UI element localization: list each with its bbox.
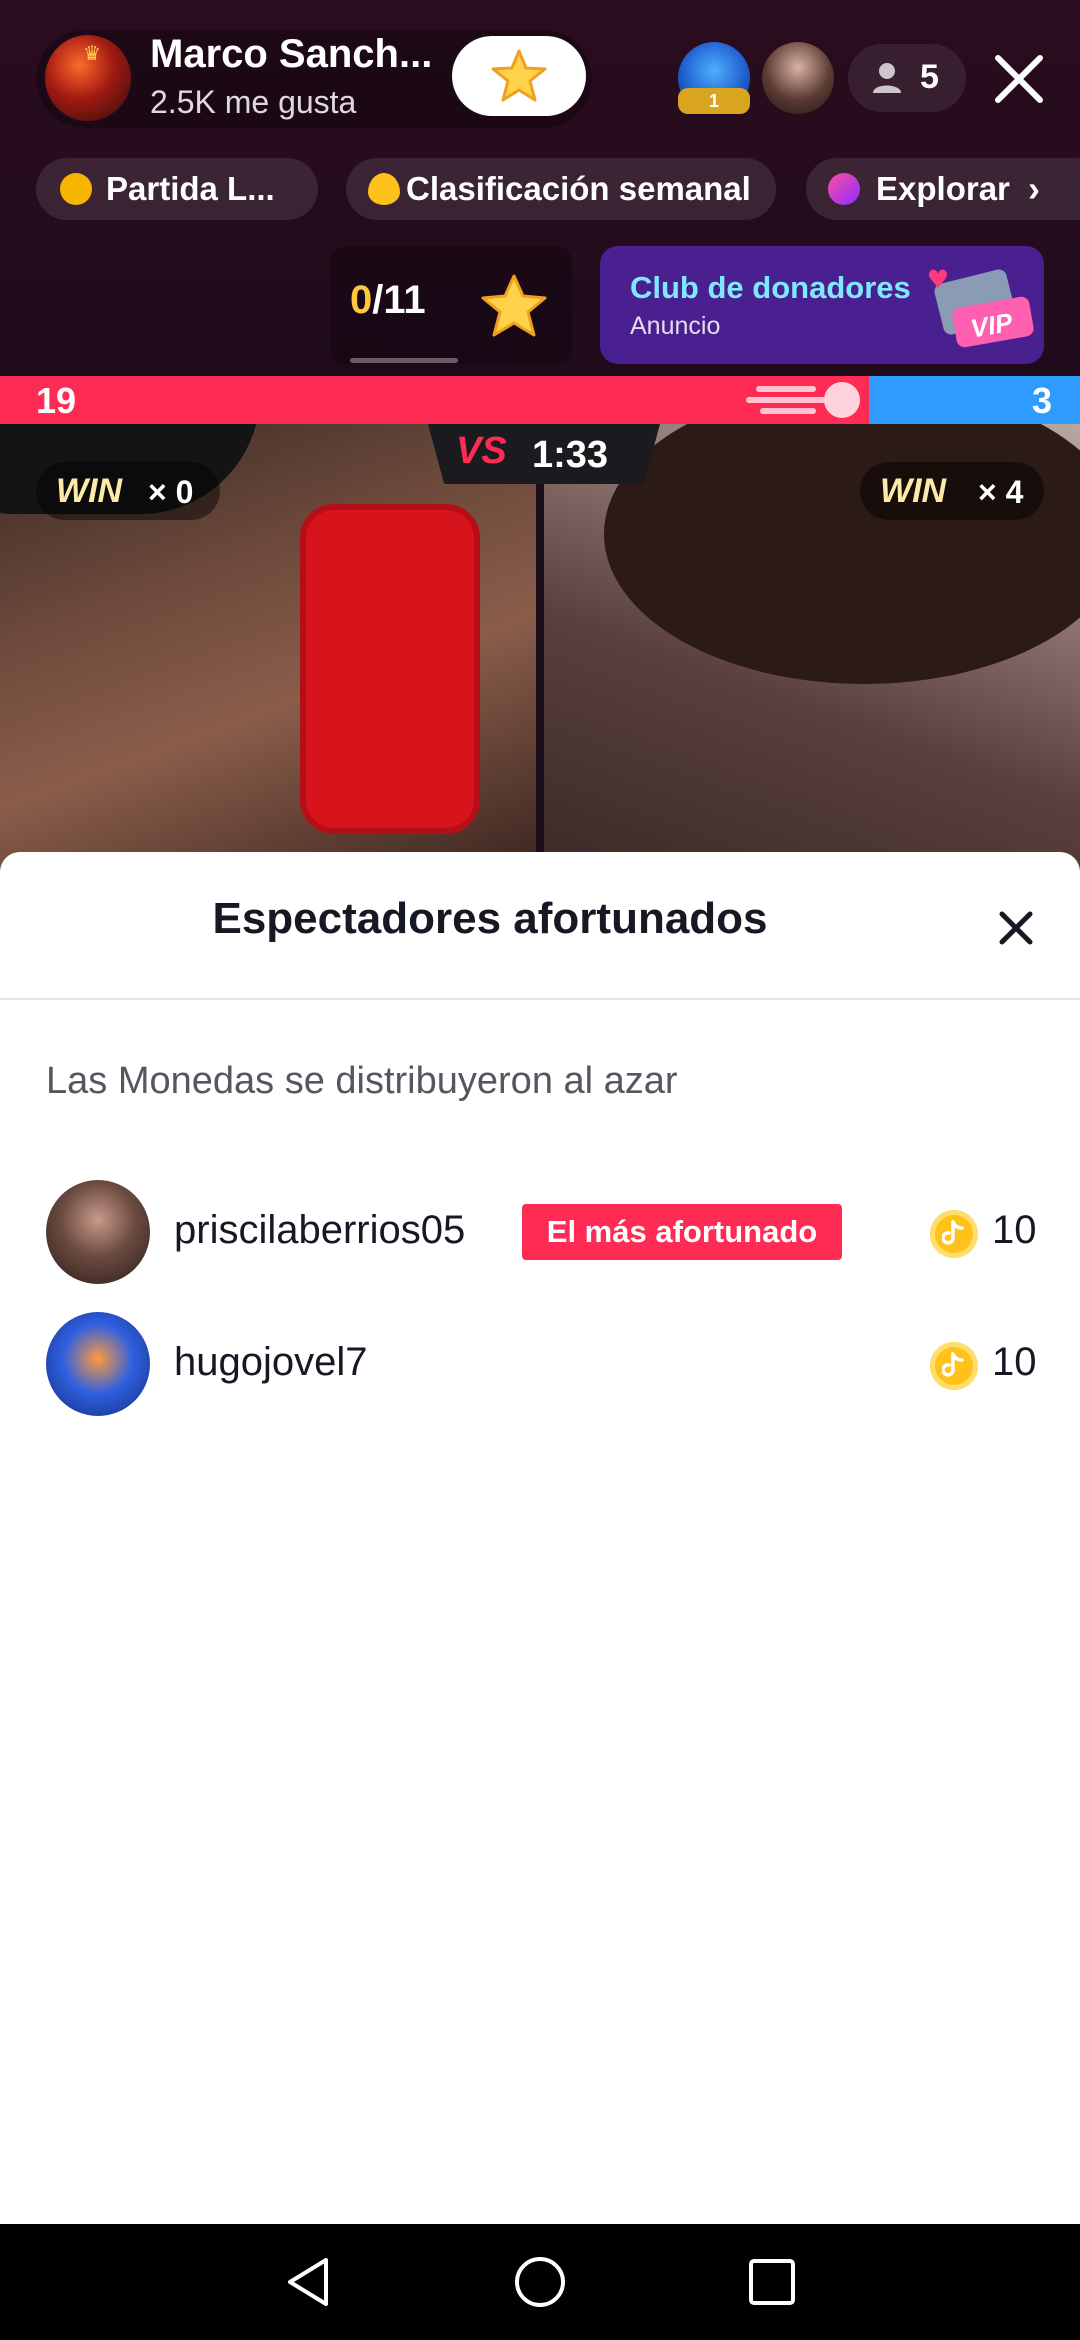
camera-divider — [536, 424, 544, 870]
rank-badge: 1 — [678, 88, 750, 114]
coin-icon — [930, 1210, 978, 1258]
person-icon — [873, 63, 901, 93]
win-label: WIN — [56, 472, 123, 510]
viewer-count-button[interactable]: 5 — [848, 44, 966, 112]
battle-timer: VS 1:33 — [428, 424, 660, 484]
goal-progress: 0/11 — [350, 278, 426, 322]
username[interactable]: hugojovel7 — [174, 1340, 368, 1385]
chip-explore[interactable]: Explorar › — [806, 158, 1080, 220]
score-left-fill — [0, 376, 870, 424]
coin-amount: 10 — [992, 1208, 1037, 1252]
win-count: × 0 — [148, 474, 194, 510]
star-icon — [491, 49, 547, 102]
list-item[interactable]: priscilaberrios05 El más afortunado 10 — [0, 1180, 1080, 1290]
back-icon[interactable] — [282, 2254, 338, 2310]
lucky-viewers-sheet: Espectadores afortunados Las Monedas se … — [0, 852, 1080, 2224]
close-icon[interactable] — [994, 906, 1038, 950]
battle-score-bar: 19 3 — [0, 376, 1080, 424]
divider — [0, 998, 1080, 1000]
star-icon — [481, 274, 547, 337]
vip-ticket-icon: VIP — [929, 269, 1034, 348]
chip-label: Clasificación semanal — [406, 170, 751, 207]
system-nav-bar — [0, 2224, 1080, 2340]
score-right: 3 — [1031, 380, 1052, 421]
left-win-badge: WIN × 0 — [36, 462, 220, 520]
viewer-avatar[interactable] — [762, 42, 834, 114]
crown-icon: ♛ — [83, 43, 101, 65]
follow-button[interactable] — [452, 36, 586, 116]
vs-label: VS — [456, 430, 507, 472]
streak-effect-icon — [746, 382, 860, 418]
avatar[interactable] — [46, 1180, 150, 1284]
avatar[interactable] — [46, 1312, 150, 1416]
hashtag-coin-icon — [60, 173, 92, 205]
planet-icon — [828, 173, 860, 205]
list-item[interactable]: hugojovel7 10 — [0, 1312, 1080, 1422]
goal-progress-bar — [350, 358, 458, 363]
viewer-count: 5 — [920, 58, 939, 96]
chip-label: Explorar — [876, 170, 1010, 207]
username[interactable]: priscilaberrios05 — [174, 1208, 465, 1253]
donor-club-banner[interactable]: Club de donadores Anuncio VIP — [600, 246, 1044, 364]
sheet-description: Las Monedas se distribuyeron al azar — [46, 1060, 678, 1102]
close-icon[interactable] — [990, 50, 1048, 108]
flame-icon — [368, 173, 400, 205]
chip-partida[interactable]: Partida L... — [36, 158, 318, 220]
recent-apps-icon[interactable] — [744, 2254, 800, 2310]
score-left: 19 — [36, 380, 77, 421]
coin-icon — [930, 1342, 978, 1390]
phone-shape — [300, 504, 480, 834]
home-icon[interactable] — [512, 2254, 568, 2310]
top-viewer-avatar[interactable]: 1 — [678, 42, 750, 114]
coin-amount: 10 — [992, 1340, 1037, 1384]
gift-goal[interactable]: 0/11 — [330, 246, 572, 364]
win-label: WIN — [880, 472, 947, 510]
host-avatar[interactable]: ♛ — [42, 32, 134, 124]
luckiest-badge: El más afortunado — [522, 1204, 842, 1260]
timer-value: 1:33 — [532, 434, 609, 476]
chip-label: Partida L... — [106, 170, 275, 207]
sheet-title: Espectadores afortunados — [212, 894, 768, 943]
host-likes: 2.5K me gusta — [150, 84, 357, 120]
live-stream-area: ♛ Marco Sanch... 2.5K me gusta 1 5 Parti… — [0, 0, 1080, 870]
chip-weekly-ranking[interactable]: Clasificación semanal — [346, 158, 776, 220]
club-title: Club de donadores — [630, 270, 911, 305]
chevron-right-icon: › — [1028, 168, 1040, 209]
club-subtitle: Anuncio — [630, 312, 721, 340]
win-count: × 4 — [978, 474, 1024, 510]
host-name[interactable]: Marco Sanch... — [150, 32, 432, 77]
right-win-badge: WIN × 4 — [860, 462, 1044, 520]
